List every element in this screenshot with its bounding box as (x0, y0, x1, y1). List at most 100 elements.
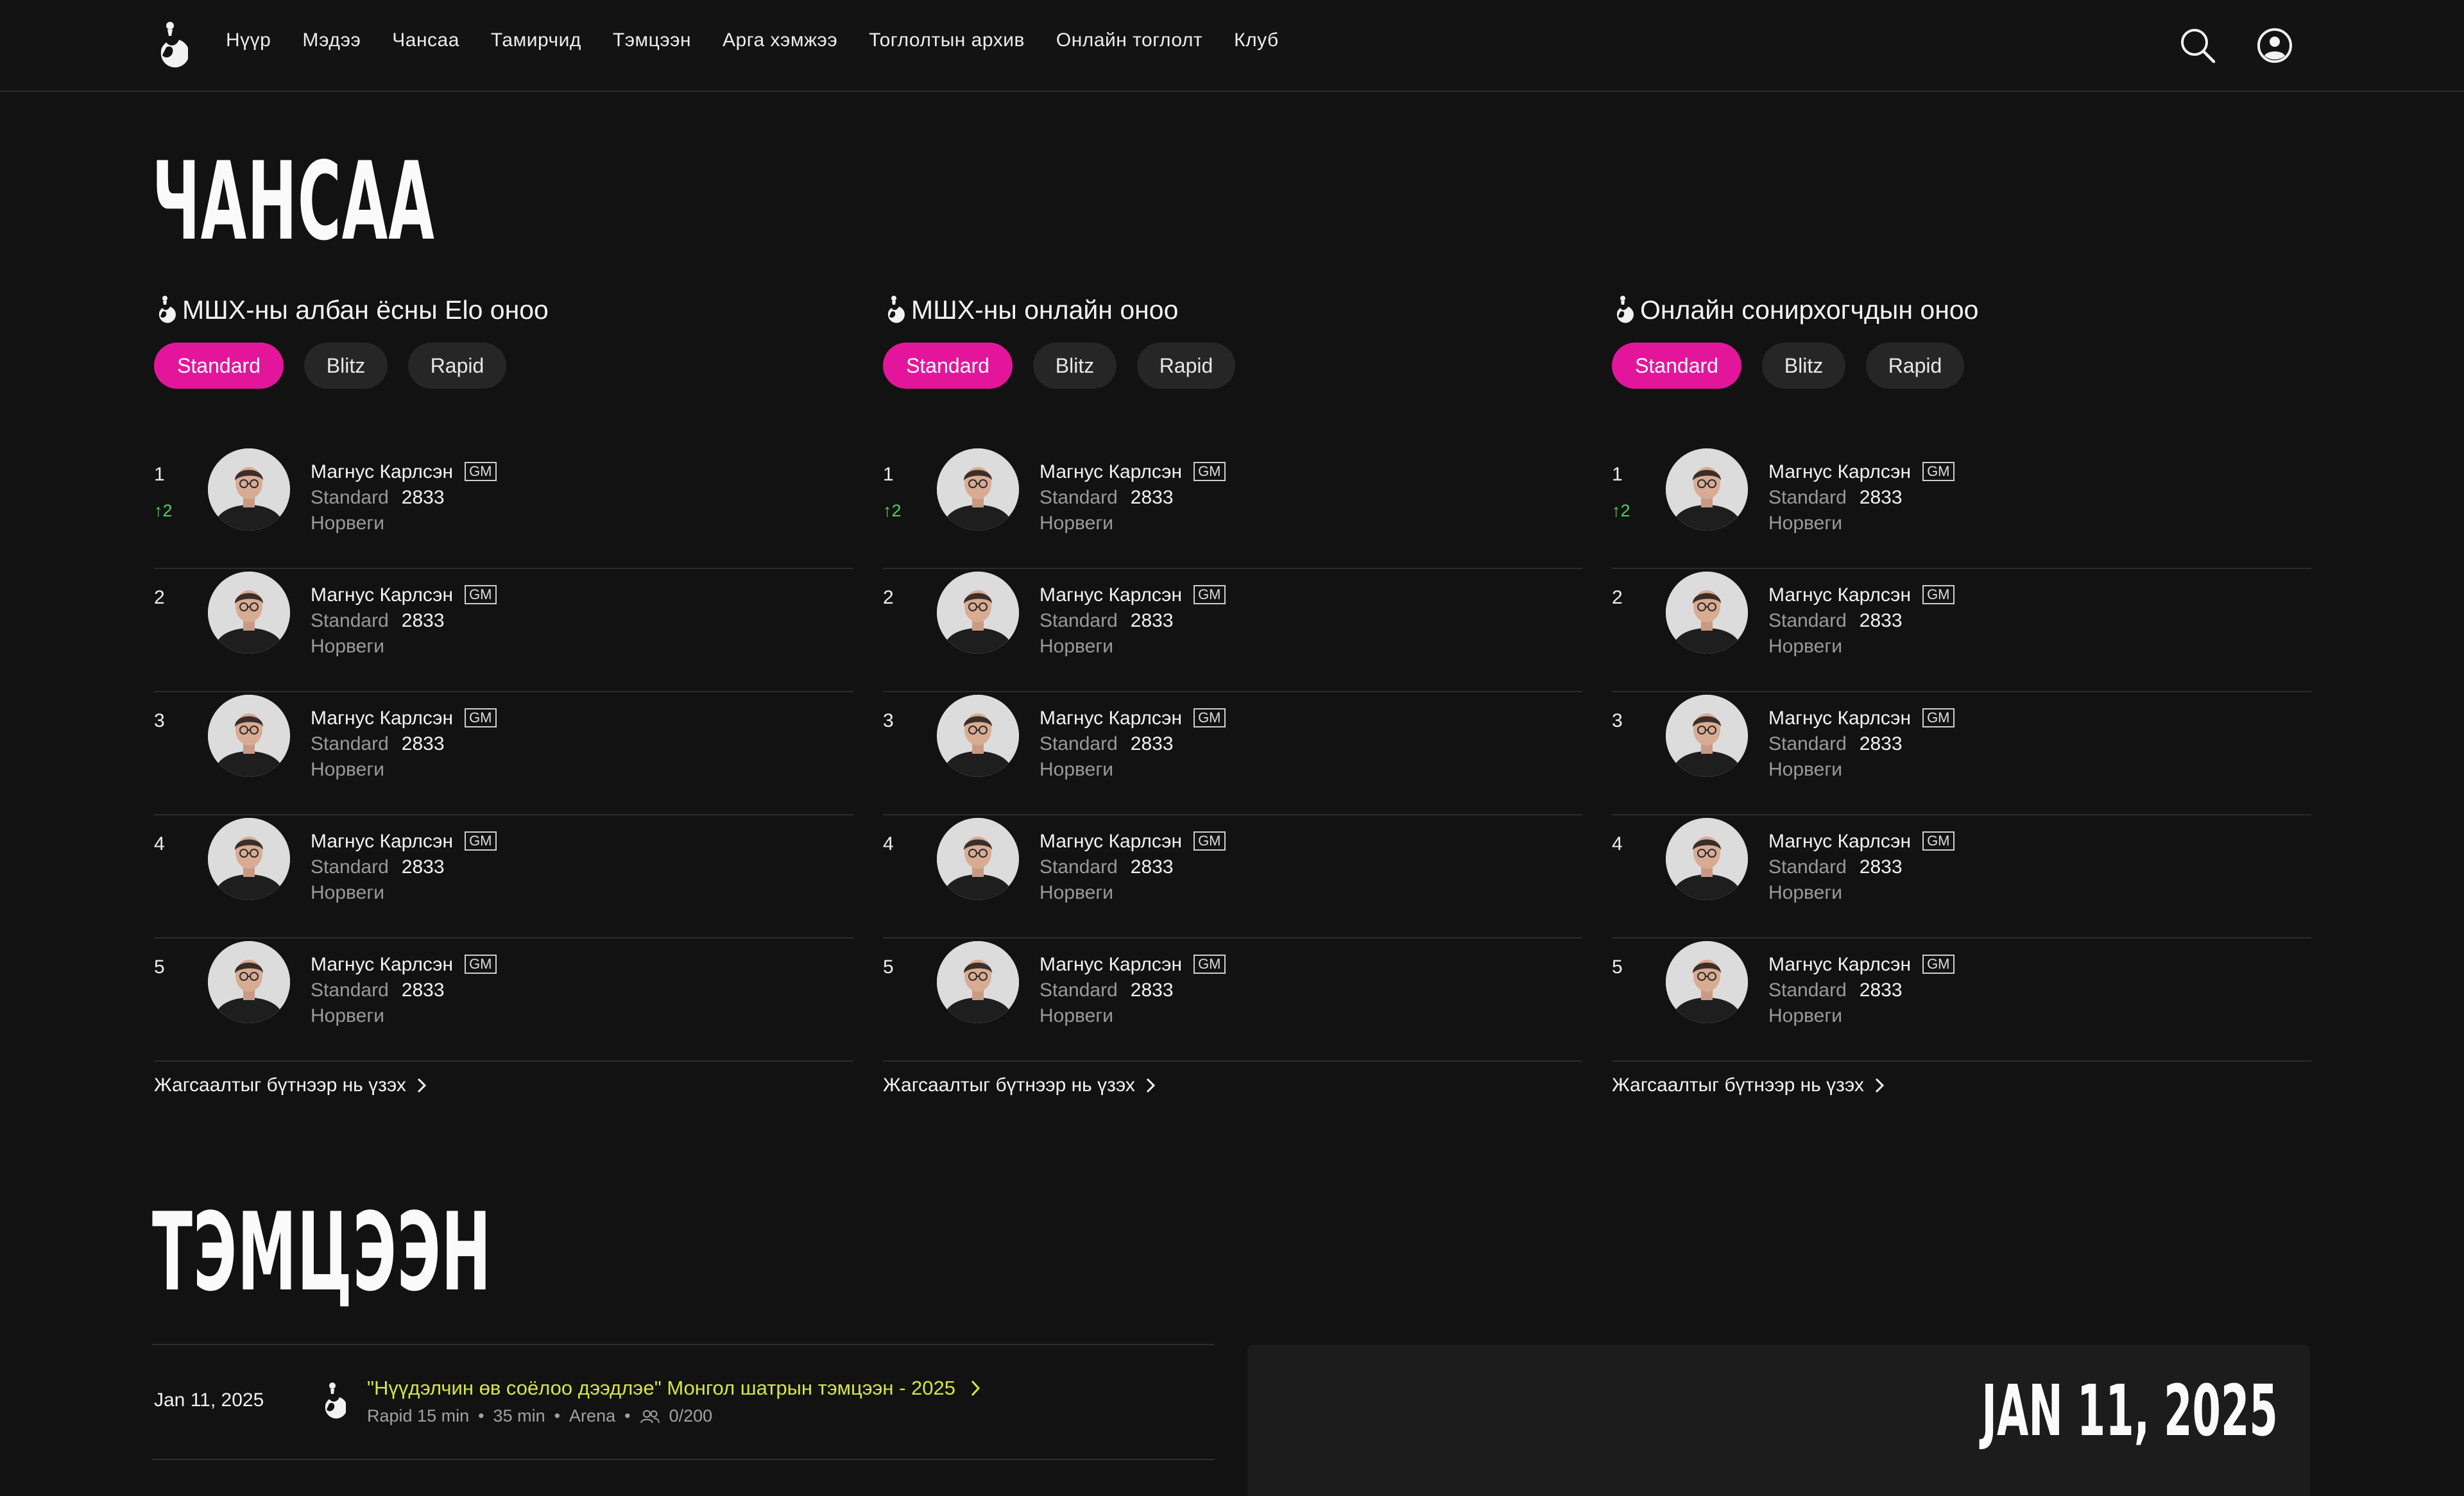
player-name-line: Магнус Карлсэн GM (1768, 831, 1955, 853)
ranking-row[interactable]: 1 ↑2 Магнус Карлсэн GM Standard 2833 Нор… (154, 446, 853, 569)
ranking-row[interactable]: 2 Магнус Карлсэн GM Standard 2833 Норвег… (1612, 569, 2311, 692)
player-name[interactable]: Магнус Карлсэн (311, 831, 453, 852)
rating-value: 2833 (1859, 733, 1903, 754)
rating-line: Standard 2833 (1040, 733, 1174, 755)
avatar[interactable] (1666, 695, 1748, 777)
avatar[interactable] (208, 448, 290, 531)
rating-value: 2833 (1859, 856, 1903, 878)
ranking-row[interactable]: 5 Магнус Карлсэн GM Standard 2833 Норвег… (883, 939, 1582, 1062)
avatar[interactable] (937, 818, 1019, 900)
ranking-row[interactable]: 5 Магнус Карлсэн GM Standard 2833 Норвег… (1612, 939, 2311, 1062)
ranking-row[interactable]: 3 Магнус Карлсэн GM Standard 2833 Норвег… (883, 692, 1582, 815)
tournament-link[interactable]: "Нүүдэлчин өв соёлоо дээдлэе" Монгол шат… (367, 1377, 981, 1400)
search-icon[interactable] (2178, 26, 2218, 65)
player-name[interactable]: Магнус Карлсэн (1040, 954, 1182, 975)
player-name[interactable]: Магнус Карлсэн (1768, 584, 1911, 606)
player-name[interactable]: Магнус Карлсэн (311, 708, 453, 729)
view-full-list-link[interactable]: Жагсаалтыг бүтнээр нь үзэх (1612, 1075, 1885, 1096)
avatar[interactable] (1666, 572, 1748, 654)
title-badge: GM (1922, 708, 1955, 728)
nav-item-online-play[interactable]: Онлайн тоглолт (1056, 30, 1202, 51)
player-country: Норвеги (1768, 636, 1843, 657)
view-full-list-link[interactable]: Жагсаалтыг бүтнээр нь үзэх (883, 1075, 1156, 1096)
nav-item-news[interactable]: Мэдээ (302, 30, 361, 51)
nav-item-game-archive[interactable]: Тоглолтын архив (869, 30, 1025, 51)
player-name[interactable]: Магнус Карлсэн (1040, 708, 1182, 729)
nav-item-home[interactable]: Нүүр (226, 30, 271, 51)
player-name-line: Магнус Карлсэн GM (1040, 954, 1226, 976)
player-name-line: Магнус Карлсэн GM (1768, 954, 1955, 976)
ranking-row[interactable]: 3 Магнус Карлсэн GM Standard 2833 Норвег… (154, 692, 853, 815)
ranking-row[interactable]: 1 ↑2 Магнус Карлсэн GM Standard 2833 Нор… (1612, 446, 2311, 569)
featured-tournament-card[interactable]: JAN 11, 2025 (1247, 1345, 2310, 1496)
ranking-row[interactable]: 3 Магнус Карлсэн GM Standard 2833 Норвег… (1612, 692, 2311, 815)
avatar[interactable] (208, 572, 290, 654)
title-badge: GM (465, 585, 497, 605)
tab-blitz[interactable]: Blitz (1033, 343, 1116, 389)
ranking-row[interactable]: 4 Магнус Карлсэн GM Standard 2833 Норвег… (1612, 815, 2311, 939)
player-name[interactable]: Магнус Карлсэн (311, 584, 453, 606)
user-circle-icon[interactable] (2255, 26, 2295, 65)
nav-item-ranking[interactable]: Чансаа (392, 30, 459, 51)
avatar[interactable] (937, 572, 1019, 654)
title-badge: GM (465, 955, 497, 974)
tab-blitz[interactable]: Blitz (304, 343, 388, 389)
ranking-row[interactable]: 2 Магнус Карлсэн GM Standard 2833 Норвег… (883, 569, 1582, 692)
nav-item-players[interactable]: Тамирчид (491, 30, 581, 51)
ranking-row[interactable]: 2 Магнус Карлсэн GM Standard 2833 Норвег… (154, 569, 853, 692)
tab-blitz[interactable]: Blitz (1762, 343, 1845, 389)
avatar[interactable] (1666, 448, 1748, 531)
ranking-column-title: МШХ-ны онлайн оноо (883, 282, 1582, 337)
dot-separator: • (624, 1406, 631, 1425)
avatar[interactable] (937, 941, 1019, 1023)
title-badge: GM (465, 831, 497, 851)
player-name[interactable]: Магнус Карлсэн (1040, 461, 1182, 482)
dot-separator: • (554, 1406, 561, 1425)
player-name[interactable]: Магнус Карлсэн (311, 954, 453, 975)
nav-item-events[interactable]: Арга хэмжээ (723, 30, 837, 51)
ranking-row[interactable]: 1 ↑2 Магнус Карлсэн GM Standard 2833 Нор… (883, 446, 1582, 569)
avatar[interactable] (937, 695, 1019, 777)
rating-line: Standard 2833 (1768, 733, 1903, 755)
avatar[interactable] (208, 818, 290, 900)
rating-value: 2833 (1859, 610, 1903, 631)
rating-line: Standard 2833 (1040, 856, 1174, 878)
player-name[interactable]: Магнус Карлсэн (311, 461, 453, 482)
player-name[interactable]: Магнус Карлсэн (1768, 708, 1911, 729)
featured-tournament-date: JAN 11, 2025 (1981, 1370, 2278, 1452)
avatar[interactable] (1666, 941, 1748, 1023)
tab-rapid[interactable]: Rapid (1137, 343, 1235, 389)
player-name[interactable]: Магнус Карлсэн (1040, 584, 1182, 606)
player-name[interactable]: Магнус Карлсэн (1040, 831, 1182, 852)
tab-standard[interactable]: Standard (154, 343, 284, 389)
rating-line: Standard 2833 (311, 856, 445, 878)
chess-federation-logo-icon[interactable] (152, 19, 188, 72)
view-full-list-link[interactable]: Жагсаалтыг бүтнээр нь үзэх (154, 1075, 427, 1096)
tab-rapid[interactable]: Rapid (408, 343, 506, 389)
ranking-row[interactable]: 4 Магнус Карлсэн GM Standard 2833 Норвег… (154, 815, 853, 939)
rating-value: 2833 (401, 610, 445, 631)
player-name[interactable]: Магнус Карлсэн (1768, 954, 1911, 975)
player-country: Норвеги (1768, 759, 1843, 780)
avatar[interactable] (1666, 818, 1748, 900)
player-name-line: Магнус Карлсэн GM (1768, 708, 1955, 729)
top-navigation-bar: Нүүр Мэдээ Чансаа Тамирчид Тэмцээн Арга … (0, 0, 2464, 92)
rating-format: Standard (1768, 487, 1847, 508)
avatar[interactable] (937, 448, 1019, 531)
rating-line: Standard 2833 (311, 487, 445, 509)
tab-standard[interactable]: Standard (1612, 343, 1741, 389)
nav-item-club[interactable]: Клуб (1234, 30, 1279, 51)
rank-number: 4 (154, 833, 165, 854)
tab-rapid[interactable]: Rapid (1866, 343, 1964, 389)
tournament-logo-icon (325, 1382, 346, 1419)
avatar[interactable] (208, 695, 290, 777)
ranking-row[interactable]: 4 Магнус Карлсэн GM Standard 2833 Норвег… (883, 815, 1582, 939)
nav-item-tournaments[interactable]: Тэмцээн (613, 30, 691, 51)
rating-line: Standard 2833 (1768, 980, 1903, 1001)
ranking-column-label: МШХ-ны албан ёсны Elo оноо (182, 294, 549, 325)
avatar[interactable] (208, 941, 290, 1023)
ranking-row[interactable]: 5 Магнус Карлсэн GM Standard 2833 Норвег… (154, 939, 853, 1062)
tab-standard[interactable]: Standard (883, 343, 1013, 389)
player-name[interactable]: Магнус Карлсэн (1768, 831, 1911, 852)
player-name[interactable]: Магнус Карлсэн (1768, 461, 1911, 482)
